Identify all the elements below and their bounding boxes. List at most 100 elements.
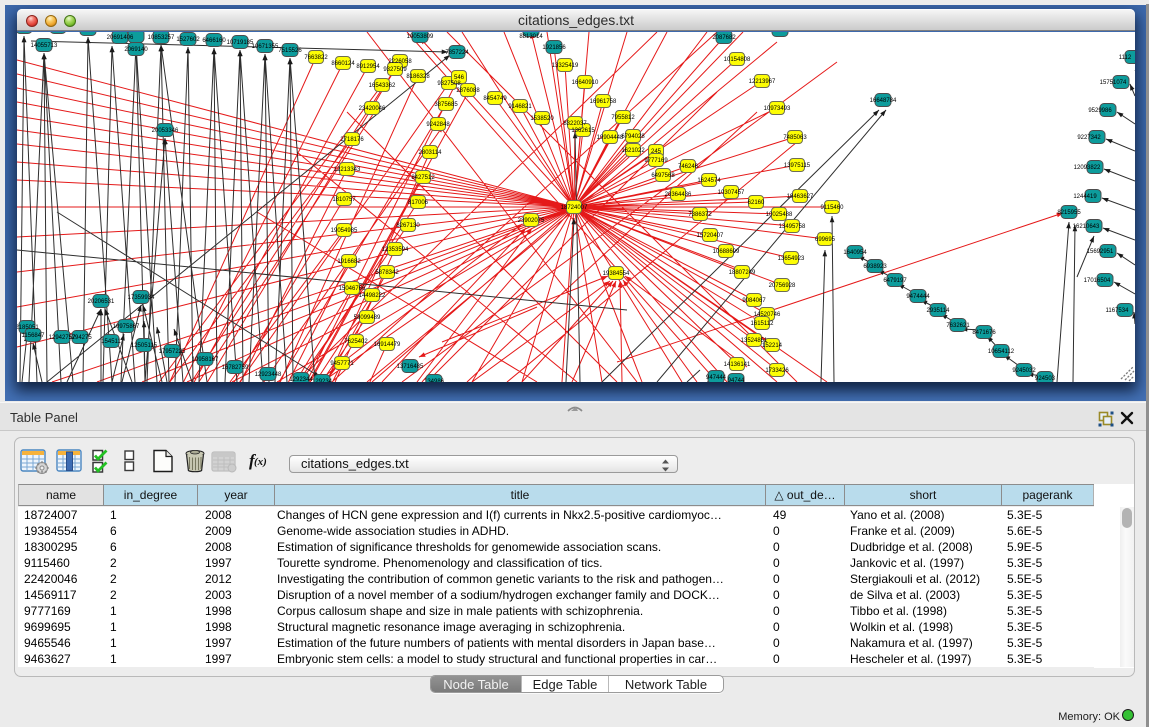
svg-text:14055713: 14055713 — [31, 43, 58, 49]
svg-text:10307457: 10307457 — [718, 190, 745, 196]
svg-text:924503: 924503 — [1035, 376, 1056, 382]
svg-text:12213343: 12213343 — [334, 167, 361, 173]
svg-text:817006: 817006 — [408, 200, 429, 206]
svg-text:9242848: 9242848 — [426, 122, 450, 128]
svg-text:6794028: 6794028 — [621, 134, 645, 140]
svg-text:58099489: 58099489 — [354, 315, 381, 321]
svg-text:17957225: 17957225 — [159, 349, 186, 355]
svg-text:13975115: 13975115 — [784, 163, 811, 169]
svg-text:1362615: 1362615 — [571, 128, 595, 134]
svg-text:12505115: 12505115 — [131, 343, 158, 349]
svg-text:9084067: 9084067 — [742, 298, 766, 304]
svg-text:20691406: 20691406 — [107, 35, 134, 41]
svg-text:16543362: 16543362 — [369, 83, 396, 89]
svg-text:1624574: 1624574 — [697, 178, 721, 184]
svg-text:7663822: 7663822 — [304, 55, 328, 61]
svg-text:6466160: 6466160 — [202, 38, 226, 44]
svg-text:14498222: 14498222 — [359, 293, 386, 299]
svg-text:8912954: 8912954 — [356, 64, 380, 70]
svg-text:13654923: 13654923 — [778, 256, 805, 262]
svg-text:1640954: 1640954 — [843, 250, 867, 256]
svg-text:6938923: 6938923 — [863, 264, 887, 270]
svg-text:19384554: 19384554 — [603, 271, 630, 277]
svg-text:9777169: 9777169 — [644, 158, 668, 164]
svg-text:2226058: 2226058 — [388, 59, 412, 65]
svg-text:152214: 152214 — [762, 343, 783, 349]
svg-text:94744: 94744 — [728, 378, 745, 382]
svg-text:20364436: 20364436 — [665, 192, 692, 198]
svg-text:10654112: 10654112 — [988, 349, 1015, 355]
svg-text:9457771: 9457771 — [330, 361, 354, 367]
svg-text:7625402: 7625402 — [344, 339, 368, 345]
svg-text:2087682: 2087682 — [712, 35, 736, 41]
svg-text:1112: 1112 — [1119, 55, 1132, 61]
svg-text:1921856: 1921856 — [542, 45, 566, 51]
svg-text:1621022: 1621022 — [621, 148, 645, 154]
svg-text:2876088: 2876088 — [456, 88, 480, 94]
svg-text:7485063: 7485063 — [783, 135, 807, 141]
svg-text:23902075: 23902075 — [518, 218, 545, 224]
svg-text:10958167: 10958167 — [192, 357, 219, 363]
svg-text:9227342: 9227342 — [1077, 135, 1101, 141]
svg-text:15751074: 15751074 — [1100, 80, 1127, 86]
svg-text:947444: 947444 — [706, 375, 727, 381]
svg-text:(x): (x) — [254, 456, 267, 468]
svg-text:546: 546 — [454, 75, 465, 81]
svg-text:10973493: 10973493 — [764, 106, 791, 112]
svg-text:10053809: 10053809 — [407, 34, 434, 40]
svg-text:14520746: 14520746 — [754, 312, 781, 318]
svg-text:15720407: 15720407 — [697, 233, 724, 239]
svg-text:1294275: 1294275 — [68, 335, 92, 341]
svg-text:7386372: 7386372 — [688, 212, 712, 218]
svg-text:1527602: 1527602 — [176, 37, 200, 43]
svg-text:9327509: 9327509 — [383, 67, 407, 73]
svg-text:16640910: 16640910 — [572, 80, 599, 86]
svg-text:10154808: 10154808 — [724, 57, 751, 63]
svg-text:1810757: 1810757 — [332, 197, 356, 203]
svg-text:8186328: 8186328 — [406, 74, 430, 80]
svg-text:9529986: 9529986 — [1088, 108, 1112, 114]
svg-text:18807249: 18807249 — [729, 270, 756, 276]
svg-text:19054985: 19054985 — [331, 228, 358, 234]
svg-text:8322037: 8322037 — [563, 121, 587, 127]
svg-text:10671355: 10671355 — [252, 44, 279, 50]
svg-text:10975867: 10975867 — [113, 324, 140, 330]
svg-text:6479197: 6479197 — [883, 278, 907, 284]
svg-text:12923448: 12923448 — [255, 372, 282, 378]
svg-text:10853257: 10853257 — [148, 35, 175, 41]
svg-text:154511: 154511 — [101, 339, 121, 345]
svg-text:16914479: 16914479 — [374, 342, 401, 348]
svg-text:7632621: 7632621 — [946, 323, 970, 329]
svg-text:8454749: 8454749 — [483, 96, 507, 102]
svg-text:19904448: 19904448 — [597, 135, 624, 141]
svg-text:9115460: 9115460 — [821, 205, 845, 211]
svg-text:19463627: 19463627 — [787, 194, 814, 200]
svg-text:8427512: 8427512 — [411, 175, 435, 181]
svg-text:15046766: 15046766 — [339, 286, 366, 292]
svg-text:7515526: 7515526 — [278, 48, 302, 54]
svg-text:8267130: 8267130 — [396, 223, 420, 229]
svg-text:15692951: 15692951 — [1087, 249, 1114, 255]
svg-text:2935114: 2935114 — [927, 308, 951, 314]
svg-text:20756928: 20756928 — [769, 283, 796, 289]
svg-text:2803114: 2803114 — [419, 150, 443, 156]
svg-text:62160: 62160 — [748, 200, 765, 206]
svg-text:1292344: 1292344 — [289, 377, 313, 382]
svg-text:1244419: 1244419 — [1073, 194, 1097, 200]
svg-text:7955812: 7955812 — [611, 115, 635, 121]
svg-text:23420046: 23420046 — [359, 106, 386, 112]
svg-text:12213967: 12213967 — [749, 79, 776, 85]
svg-text:12353594: 12353594 — [382, 247, 409, 253]
svg-text:9474444: 9474444 — [906, 294, 930, 300]
svg-text:17016504: 17016504 — [1084, 278, 1111, 284]
svg-text:16782759: 16782759 — [222, 365, 249, 371]
svg-text:20206531: 20206531 — [88, 299, 115, 305]
svg-text:5878342: 5878342 — [375, 270, 399, 276]
svg-text:1733426: 1733426 — [765, 368, 789, 374]
svg-text:8813014: 8813014 — [519, 34, 543, 40]
svg-text:12093822: 12093822 — [1074, 165, 1101, 171]
svg-text:746246: 746246 — [678, 164, 699, 170]
svg-text:13716485: 13716485 — [397, 364, 424, 370]
svg-text:1167534: 1167534 — [1106, 308, 1130, 314]
svg-text:2185051: 2185051 — [17, 325, 39, 331]
